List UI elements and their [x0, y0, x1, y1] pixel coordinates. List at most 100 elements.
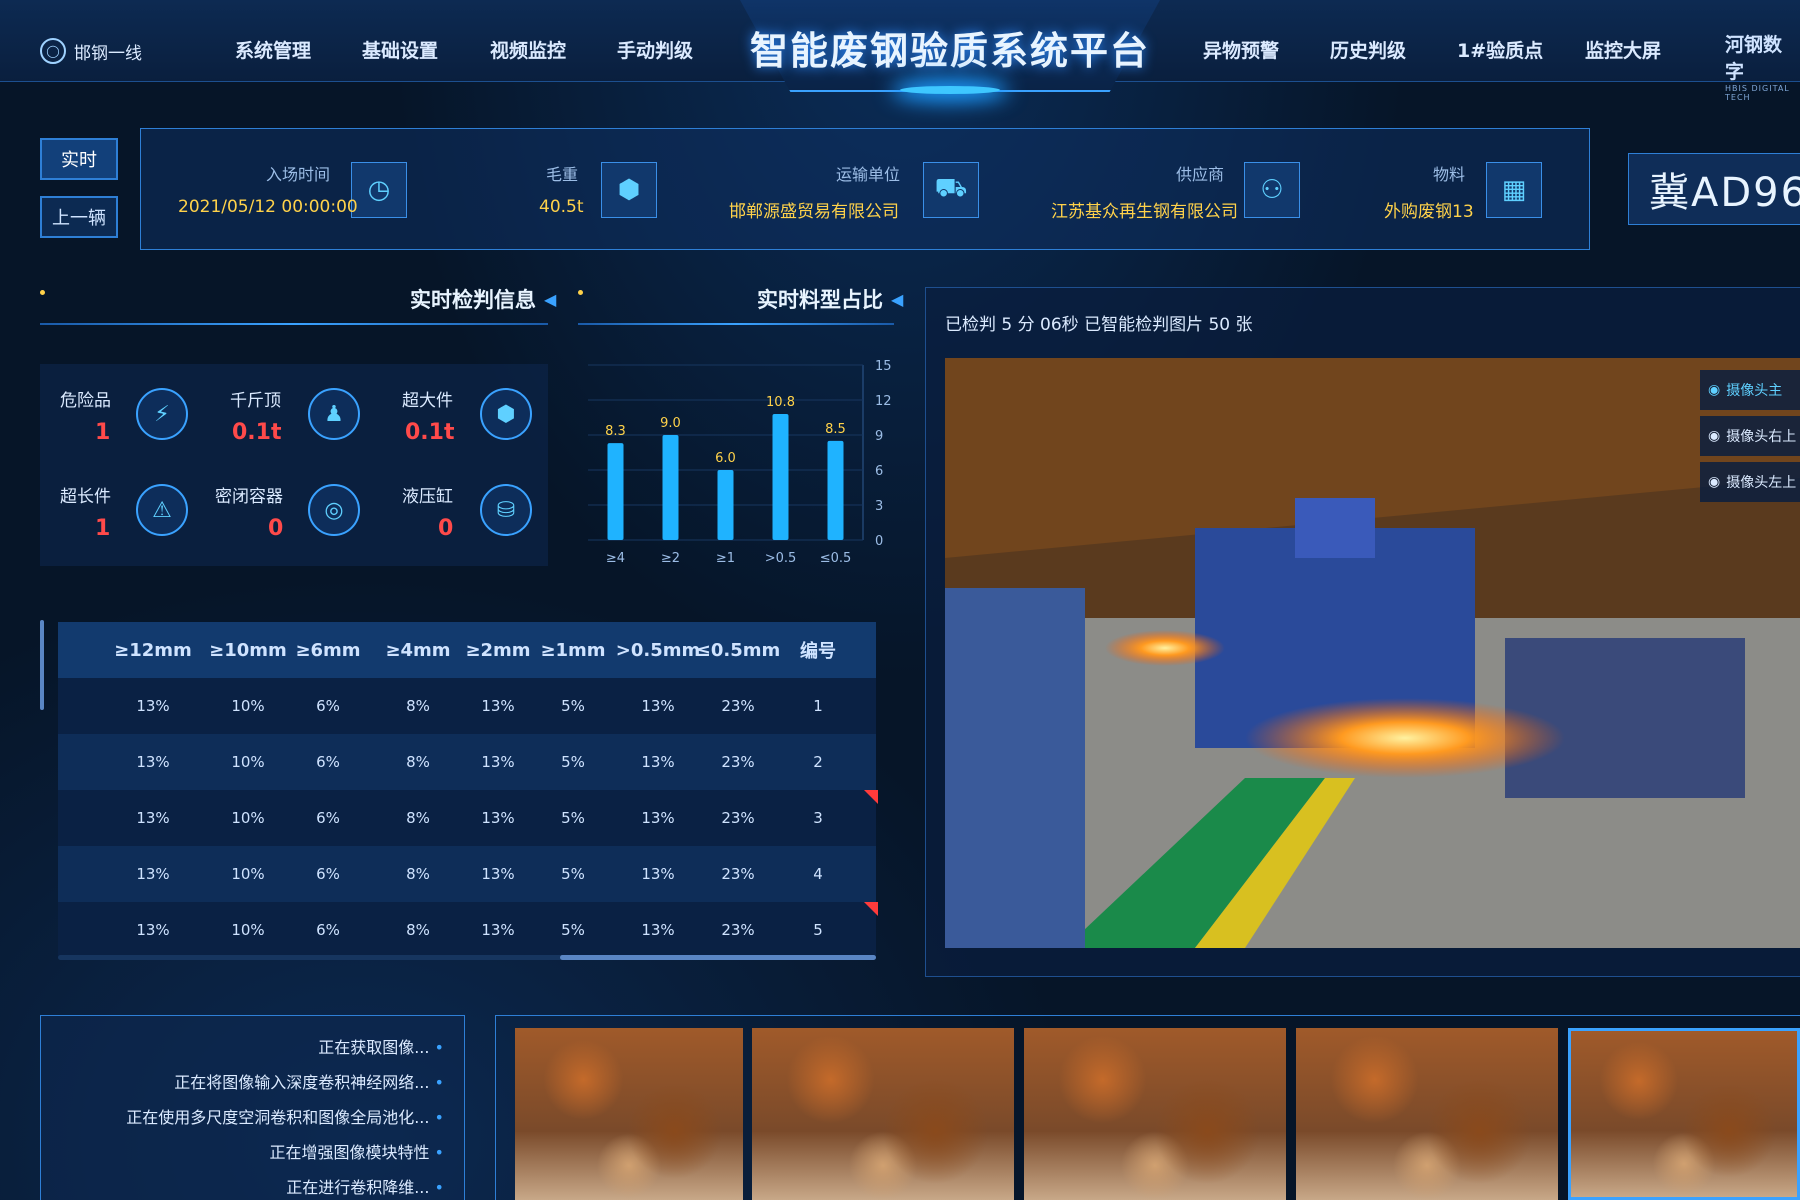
table-cell: 23% [721, 865, 755, 883]
user-menu[interactable]: ◯ 邯钢一线 [40, 38, 142, 64]
log-line: 正在获取图像... [61, 1034, 444, 1069]
table-vertical-scrollbar[interactable] [40, 620, 44, 710]
warning-icon: ⚠ [136, 484, 188, 536]
vehicle-info-bar: ◷ 入场时间 2021/05/12 00:00:00 ⬢ 毛重 40.5t ⛟ … [140, 128, 1590, 250]
bar[interactable] [662, 435, 679, 540]
table-row[interactable]: 1 23% 13% 5% 13% 8% 6% 10% 13% [58, 678, 876, 734]
y-tick-label: 15 [875, 359, 892, 374]
realtime-button[interactable]: 实时 [40, 138, 118, 180]
bar[interactable] [607, 443, 624, 540]
table-cell: 13% [641, 753, 675, 771]
realtime-section-title: 实时检判信息 ◀ [410, 284, 556, 314]
material-icon: ▦ [1486, 162, 1542, 218]
bar[interactable] [772, 414, 789, 540]
ratio-section-title: 实时料型占比 ◀ [757, 284, 903, 314]
log-line: 正在增强图像模块特性 [61, 1139, 444, 1174]
realtime-info-panel: ⚡ 危险品 1 ♟ 千斤顶 0.1t ⬢ 超大件 0.1t ⚠ 超长件 1 ◎ … [40, 364, 548, 566]
column-header: ≥6mm [295, 639, 361, 661]
table-cell: 13% [136, 697, 170, 715]
scrap-thumbnail[interactable] [515, 1028, 743, 1200]
table-cell: 13% [136, 809, 170, 827]
table-row[interactable]: 4 23% 13% 5% 13% 8% 6% 10% 13% [58, 846, 876, 902]
realtime-section-label: 实时检判信息 [410, 288, 536, 312]
table-row[interactable]: 3 23% 13% 5% 13% 8% 6% 10% 13% [58, 790, 878, 846]
bar-data-label: 9.0 [660, 416, 681, 431]
box-icon: ⬢ [480, 388, 532, 440]
scrap-thumbnail[interactable] [752, 1028, 1014, 1200]
log-line: 正在将图像输入深度卷积神经网络... [61, 1069, 444, 1104]
user-name: 邯钢一线 [74, 43, 142, 64]
table-cell: 10% [231, 697, 265, 715]
log-line: 正在使用多尺度空洞卷积和图像全局池化... [61, 1104, 444, 1139]
oversize-value: 0.1t [405, 420, 455, 445]
table-cell: 23% [721, 697, 755, 715]
material-label: 物料 [1433, 165, 1466, 184]
clock-icon: ◷ [351, 162, 407, 218]
title-glow [900, 86, 1000, 94]
bar-data-label: 8.3 [605, 424, 626, 439]
y-tick-label: 0 [875, 534, 883, 549]
table-cell: 5 [813, 921, 823, 939]
table-cell: 8% [406, 921, 430, 939]
bar-data-label: 8.5 [825, 422, 846, 437]
page-title: 智能废钢验质系统平台 [749, 29, 1150, 73]
location-pin-icon: ◉ [1708, 474, 1721, 490]
ratio-section-label: 实时料型占比 [757, 288, 883, 312]
column-header: ≥12mm [114, 639, 192, 661]
camera-item-upper-right[interactable]: ◉ 摄像头右上 [1700, 416, 1800, 456]
scrap-thumbnail-active[interactable] [1568, 1028, 1800, 1200]
table-row[interactable]: 2 23% 13% 5% 13% 8% 6% 10% 13% [58, 734, 876, 790]
cylinder-icon: ⛁ [480, 484, 532, 536]
nav-system-management[interactable]: 系统管理 [235, 36, 311, 63]
material-value: 外购废钢13 [1384, 202, 1474, 222]
nav-video-monitor[interactable]: 视频监控 [490, 36, 566, 63]
table-cell: 13% [481, 921, 515, 939]
jack-icon: ♟ [308, 388, 360, 440]
nav-inspection-point[interactable]: 1#验质点 [1457, 36, 1543, 63]
hydraulic-cylinder-label: 液压缸 [402, 487, 453, 507]
factory-scene [945, 358, 1800, 948]
nav-foreign-alert[interactable]: 异物预警 [1203, 36, 1279, 63]
scrap-thumbnail[interactable] [1024, 1028, 1286, 1200]
nav-basic-settings[interactable]: 基础设置 [362, 36, 438, 63]
bar-data-label: 6.0 [715, 451, 736, 466]
table-cell: 13% [481, 697, 515, 715]
table-cell: 8% [406, 753, 430, 771]
log-line: 正在进行卷积降维... [61, 1174, 444, 1200]
nav-manual-grading[interactable]: 手动判级 [617, 36, 693, 63]
nav-history-grading[interactable]: 历史判级 [1330, 36, 1406, 63]
hazardous-value: 1 [95, 420, 111, 445]
nav-monitor-screen[interactable]: 监控大屏 [1585, 36, 1661, 63]
table-row[interactable]: 5 23% 13% 5% 13% 8% 6% 10% 13% [58, 902, 878, 958]
x-tick-label: ≤0.5 [820, 551, 852, 566]
sealed-container-label: 密闭容器 [215, 487, 283, 507]
y-tick-label: 3 [875, 499, 883, 514]
processing-log: 正在获取图像... 正在将图像输入深度卷积神经网络... 正在使用多尺度空洞卷积… [40, 1015, 465, 1200]
alert-flag-icon [864, 902, 878, 916]
hazardous-label: 危险品 [60, 391, 111, 411]
table-cell: 13% [136, 753, 170, 771]
column-header: ≤0.5mm [695, 639, 781, 661]
table-cell: 8% [406, 697, 430, 715]
table-cell: 6% [316, 809, 340, 827]
alert-flag-icon [864, 790, 878, 804]
table-cell: 13% [641, 921, 675, 939]
table-cell: 1 [813, 697, 823, 715]
camera-item-upper-left[interactable]: ◉ 摄像头左上 [1700, 462, 1800, 502]
table-cell: 4 [813, 865, 823, 883]
video-feed[interactable] [945, 358, 1800, 948]
column-header: ≥2mm [465, 639, 531, 661]
previous-vehicle-button[interactable]: 上一辆 [40, 196, 118, 238]
brand-sub: HBIS DIGITAL TECH [1725, 84, 1790, 102]
x-tick-label: >0.5 [765, 551, 797, 566]
jack-label: 千斤顶 [230, 391, 281, 411]
transport-value: 邯郸源盛贸易有限公司 [729, 202, 899, 222]
table-horizontal-scroll-thumb[interactable] [560, 955, 876, 960]
bar[interactable] [717, 470, 734, 540]
supplier-label: 供应商 [1176, 165, 1225, 184]
bar[interactable] [827, 440, 844, 540]
table-cell: 3 [813, 809, 823, 827]
camera-item-main[interactable]: ◉ 摄像头主 [1700, 370, 1800, 410]
scrap-thumbnail[interactable] [1296, 1028, 1558, 1200]
column-header: >0.5mm [615, 639, 701, 661]
